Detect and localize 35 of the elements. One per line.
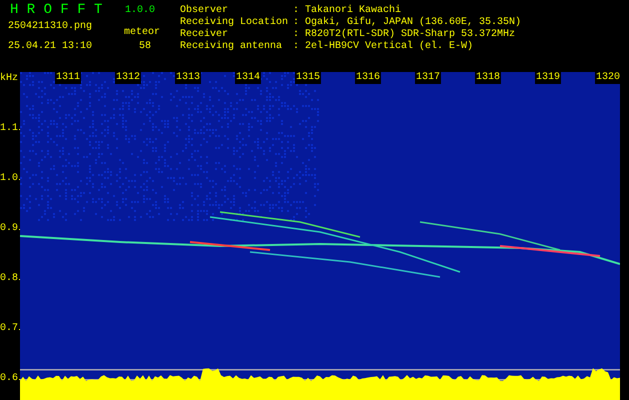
info-label: Observer	[180, 5, 230, 16]
x-tick-label: 1316	[355, 72, 382, 84]
info-separator: :	[293, 17, 300, 29]
info-value: Takanori Kawachi	[305, 5, 402, 16]
x-tick-label: 1317	[415, 72, 442, 84]
info-label: Receiving Location	[180, 17, 290, 28]
version-label: 1.0.0	[125, 6, 156, 16]
info-value: R820T2(RTL-SDR) SDR-Sharp 53.372MHz	[305, 29, 516, 40]
y-tick-label: 0.7	[0, 324, 18, 334]
x-tick-label: 1312	[115, 72, 142, 84]
info-separator: :	[293, 5, 300, 17]
info-value: 2el-HB9CV Vertical (el. E-W)	[305, 41, 474, 53]
meteor-count: 58	[139, 42, 152, 52]
file-name: 2504211310.png	[8, 22, 92, 32]
info-separator: :	[293, 41, 300, 53]
info-label: Receiver	[180, 29, 230, 40]
x-tick-label: 1314	[235, 72, 262, 84]
meteor-label: meteor	[124, 28, 160, 38]
info-label: Receiving antenna	[180, 41, 284, 53]
x-tick-label: 1313	[175, 72, 202, 84]
y-tick-label: 1.0	[0, 174, 18, 184]
timestamp: 25.04.21 13:10	[8, 42, 92, 52]
y-tick-label: 1.1	[0, 124, 18, 134]
x-tick-label: 1315	[295, 72, 322, 84]
axis-unit: kHz	[0, 74, 18, 84]
info-value: Ogaki, Gifu, JAPAN (136.60E, 35.35N)	[305, 17, 522, 28]
y-tick-label: 0.6	[0, 374, 18, 384]
y-tick-label: 0.8	[0, 274, 18, 284]
x-tick-label: 1311	[55, 72, 82, 84]
x-tick-label: 1319	[535, 72, 562, 84]
info-separator: :	[293, 29, 300, 41]
x-tick-label: 1320	[595, 72, 622, 84]
x-tick-label: 1318	[475, 72, 502, 84]
y-tick-label: 0.9	[0, 224, 18, 234]
app-name: H R O F F T	[10, 3, 102, 17]
